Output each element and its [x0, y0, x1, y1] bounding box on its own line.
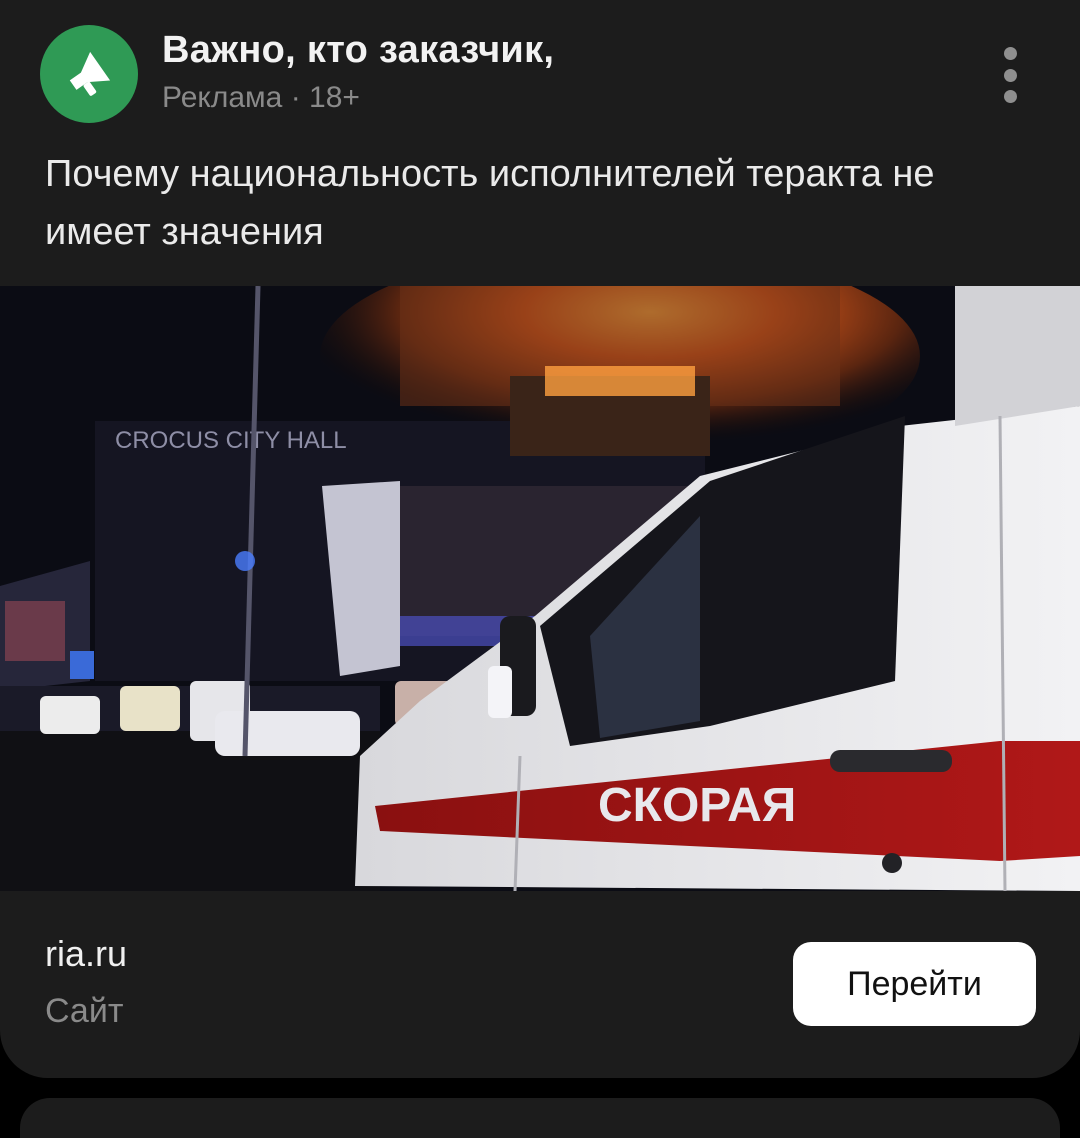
vehicle-label: СКОРАЯ — [598, 779, 796, 832]
source-type: Сайт — [45, 992, 124, 1030]
more-vertical-icon[interactable] — [998, 47, 1022, 103]
ad-label: Реклама — [162, 81, 283, 114]
age-rating-badge: 18+ — [309, 81, 360, 114]
advertiser-avatar[interactable] — [40, 25, 138, 123]
ad-headline[interactable]: Почему национальность исполнителей терак… — [45, 145, 1045, 261]
ad-header: Важно, кто заказчик, Реклама · 18+ — [40, 25, 1040, 125]
go-button[interactable]: Перейти — [793, 942, 1036, 1026]
news-photo: CROCUS CITY HALL СКОРАЯ — [0, 286, 1080, 891]
next-card-edge — [20, 1098, 1060, 1138]
advertiser-title[interactable]: Важно, кто заказчик, — [162, 29, 554, 72]
meta-separator: · — [290, 81, 301, 114]
source-domain: ria.ru — [45, 933, 128, 974]
ad-photo[interactable]: CROCUS CITY HALL СКОРАЯ — [0, 286, 1080, 891]
ad-meta: Реклама · 18+ — [162, 81, 360, 115]
megaphone-icon — [69, 51, 111, 96]
ad-card: Важно, кто заказчик, Реклама · 18+ Почем… — [0, 0, 1080, 1078]
building-sign: CROCUS CITY HALL — [115, 427, 347, 454]
